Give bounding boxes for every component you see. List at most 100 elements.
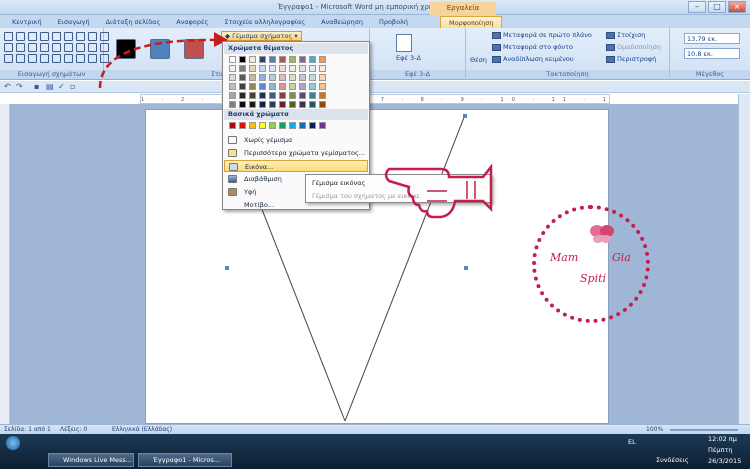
color-swatch[interactable] <box>269 56 276 63</box>
color-swatch[interactable] <box>249 101 256 108</box>
picture-fill-item[interactable]: Εικόνα... <box>224 160 368 172</box>
tab-mailings[interactable]: Στοιχεία αλληλογραφίας <box>216 16 313 28</box>
send-to-back-button[interactable]: Μεταφορά στο φόντο <box>492 43 573 51</box>
color-swatch[interactable] <box>239 56 246 63</box>
color-swatch[interactable] <box>229 101 236 108</box>
tab-references[interactable]: Αναφορές <box>168 16 216 28</box>
color-swatch[interactable] <box>249 74 256 81</box>
color-swatch[interactable] <box>229 92 236 99</box>
spellcheck-icon[interactable]: ✓ <box>58 82 65 91</box>
position-button[interactable]: Θέση <box>470 56 487 64</box>
tab-insert[interactable]: Εισαγωγή <box>50 16 98 28</box>
color-swatch[interactable] <box>239 65 246 72</box>
color-swatch[interactable] <box>249 65 256 72</box>
color-swatch[interactable] <box>229 56 236 63</box>
color-swatch[interactable] <box>299 65 306 72</box>
color-swatch[interactable] <box>269 65 276 72</box>
color-swatch[interactable] <box>319 65 326 72</box>
color-swatch[interactable] <box>259 101 266 108</box>
color-swatch[interactable] <box>309 101 316 108</box>
color-swatch[interactable] <box>299 122 306 129</box>
color-swatch[interactable] <box>229 83 236 90</box>
start-button[interactable] <box>6 436 20 450</box>
tab-format[interactable]: Μορφοποίηση <box>440 16 503 28</box>
new-document-icon[interactable]: ▫ <box>70 82 75 91</box>
color-swatch[interactable] <box>289 56 296 63</box>
color-swatch[interactable] <box>259 56 266 63</box>
more-fill-colors-item[interactable]: Περισσότερα χρώματα γεμίσματος... <box>224 147 368 159</box>
color-swatch[interactable] <box>289 122 296 129</box>
height-field[interactable]: 13,79 εκ. <box>684 33 740 44</box>
color-swatch[interactable] <box>309 92 316 99</box>
clock-time[interactable]: 12:02 πμ <box>708 435 737 443</box>
color-swatch[interactable] <box>319 101 326 108</box>
close-button[interactable]: × <box>728 1 746 13</box>
color-swatch[interactable] <box>239 101 246 108</box>
bring-to-front-button[interactable]: Μεταφορά σε πρώτο πλάνο <box>492 31 592 39</box>
3d-effects-button[interactable]: Εφέ 3-Δ <box>396 54 421 62</box>
zoom-level[interactable]: 100% <box>646 426 663 433</box>
color-swatch[interactable] <box>269 101 276 108</box>
standard-colors-grid[interactable] <box>229 122 327 129</box>
color-swatch[interactable] <box>319 56 326 63</box>
color-swatch[interactable] <box>259 74 266 81</box>
maximize-button[interactable]: □ <box>708 1 726 13</box>
color-swatch[interactable] <box>299 56 306 63</box>
color-swatch[interactable] <box>279 56 286 63</box>
no-fill-item[interactable]: Χωρίς γέμισμα <box>224 134 368 146</box>
color-swatch[interactable] <box>319 83 326 90</box>
rotate-button[interactable]: Περιστροφή <box>606 55 656 63</box>
color-swatch[interactable] <box>289 65 296 72</box>
vertical-scrollbar[interactable] <box>738 94 750 424</box>
undo-icon[interactable]: ↶ <box>4 82 11 91</box>
color-swatch[interactable] <box>269 122 276 129</box>
color-swatch[interactable] <box>289 101 296 108</box>
color-swatch[interactable] <box>319 122 326 129</box>
color-swatch[interactable] <box>239 92 246 99</box>
page-count[interactable]: Σελίδα: 1 από 1 <box>4 426 51 433</box>
color-swatch[interactable] <box>299 101 306 108</box>
color-swatch[interactable] <box>319 92 326 99</box>
zoom-slider[interactable] <box>670 429 738 431</box>
color-swatch[interactable] <box>259 92 266 99</box>
color-swatch[interactable] <box>319 74 326 81</box>
color-swatch[interactable] <box>299 92 306 99</box>
color-swatch[interactable] <box>249 83 256 90</box>
color-swatch[interactable] <box>239 74 246 81</box>
tab-view[interactable]: Προβολή <box>371 16 416 28</box>
color-swatch[interactable] <box>279 83 286 90</box>
language-indicator[interactable]: Ελληνικά (Ελλάδας) <box>112 426 172 433</box>
color-swatch[interactable] <box>249 122 256 129</box>
minimize-button[interactable]: – <box>688 1 706 13</box>
tab-home[interactable]: Κεντρική <box>4 16 50 28</box>
align-button[interactable]: Στοίχιση <box>606 31 645 39</box>
color-swatch[interactable] <box>289 83 296 90</box>
color-swatch[interactable] <box>309 65 316 72</box>
color-swatch[interactable] <box>289 74 296 81</box>
print-icon[interactable]: ▤ <box>46 82 54 91</box>
color-swatch[interactable] <box>289 92 296 99</box>
text-wrap-button[interactable]: Αναδίπλωση κειμένου <box>492 55 574 63</box>
color-swatch[interactable] <box>269 92 276 99</box>
vertical-ruler[interactable] <box>0 104 10 424</box>
color-swatch[interactable] <box>229 74 236 81</box>
group-button[interactable]: Ομαδοποίηση <box>606 43 661 51</box>
color-swatch[interactable] <box>249 56 256 63</box>
color-swatch[interactable] <box>239 122 246 129</box>
color-swatch[interactable] <box>309 83 316 90</box>
3d-effects-icon[interactable] <box>396 34 412 52</box>
color-swatch[interactable] <box>229 122 236 129</box>
color-swatch[interactable] <box>239 83 246 90</box>
language-tray[interactable]: EL <box>628 438 636 446</box>
color-swatch[interactable] <box>279 74 286 81</box>
color-swatch[interactable] <box>229 65 236 72</box>
width-field[interactable]: 10,8 εκ. <box>684 48 740 59</box>
taskbar-button-word[interactable]: Έγγραφο1 - Micros... <box>138 453 232 467</box>
save-icon[interactable]: ▪ <box>34 82 39 91</box>
color-swatch[interactable] <box>279 92 286 99</box>
color-swatch[interactable] <box>269 83 276 90</box>
color-swatch[interactable] <box>259 83 266 90</box>
color-swatch[interactable] <box>299 74 306 81</box>
word-count[interactable]: Λέξεις: 0 <box>60 426 87 433</box>
color-swatch[interactable] <box>259 65 266 72</box>
